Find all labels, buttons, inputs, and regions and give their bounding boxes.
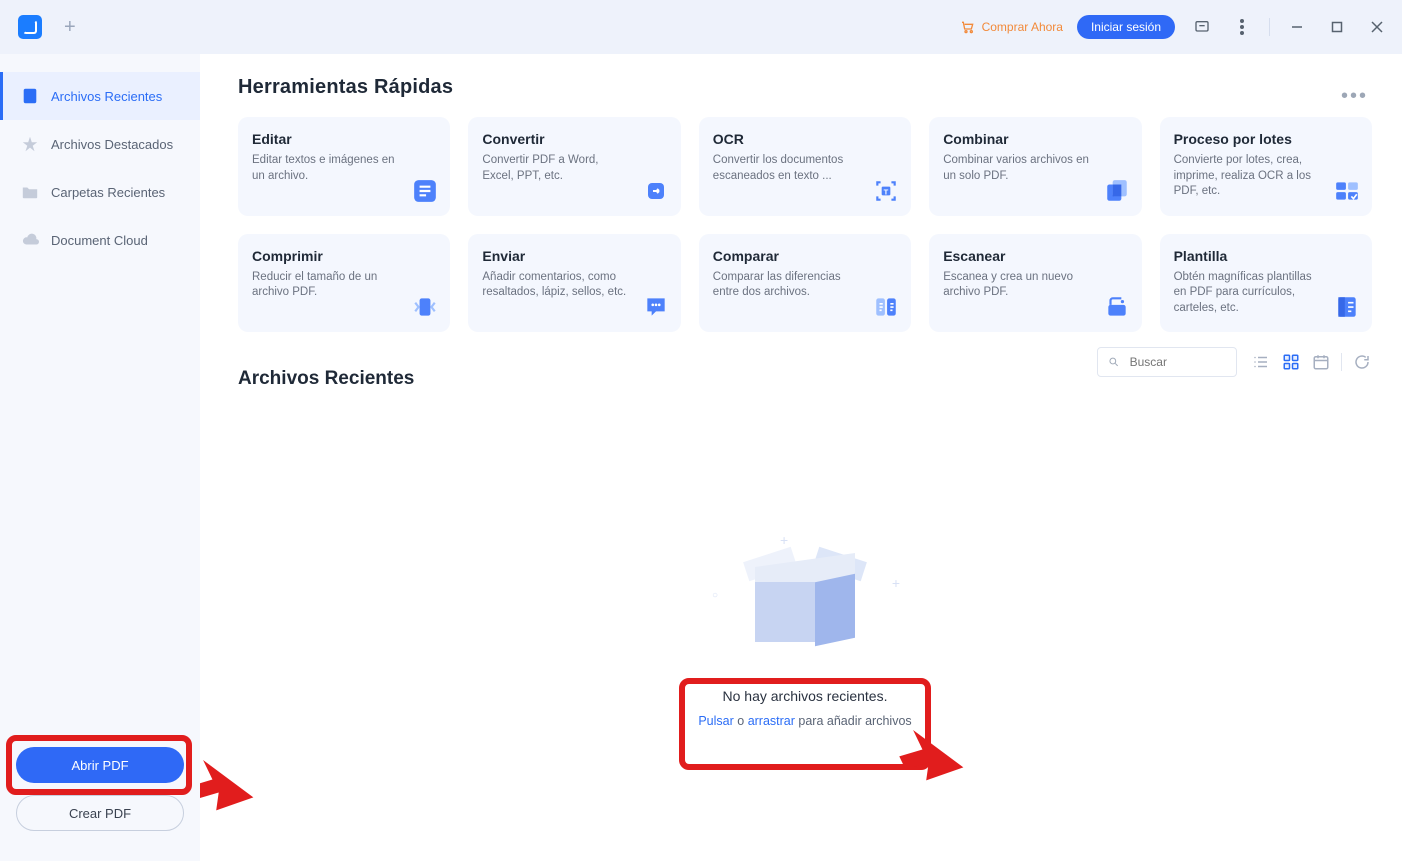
window-maximize-button[interactable] [1324, 14, 1350, 40]
message-icon[interactable] [1189, 14, 1215, 40]
tool-card-compare[interactable]: Comparar Comparar las diferencias entre … [699, 234, 911, 333]
quick-tools-grid: Editar Editar textos e imágenes en un ar… [238, 117, 1372, 332]
list-view-button[interactable] [1251, 352, 1271, 372]
sidebar-item-label: Archivos Destacados [51, 137, 173, 152]
edit-icon [412, 178, 438, 204]
empty-state: +○+ No hay archivos recientes. Pulsar o … [238, 540, 1372, 728]
tool-desc: Combinar varios archivos en un solo PDF. [943, 153, 1093, 184]
tool-card-combine[interactable]: Combinar Combinar varios archivos en un … [929, 117, 1141, 216]
sidebar-item-recent-files[interactable]: Archivos Recientes [0, 72, 200, 120]
annotation-arrow-icon [900, 724, 980, 789]
cart-icon [960, 19, 976, 35]
ocr-icon: T [873, 178, 899, 204]
search-icon [1108, 355, 1120, 369]
tool-card-scan[interactable]: Escanear Escanea y crea un nuevo archivo… [929, 234, 1141, 333]
search-input[interactable] [1128, 354, 1226, 370]
empty-subtext: Pulsar o arrastrar para añadir archivos [698, 714, 911, 728]
kebab-menu-icon[interactable] [1229, 14, 1255, 40]
tool-title: Plantilla [1174, 248, 1358, 264]
tool-desc: Obtén magníficas plantillas en PDF para … [1174, 270, 1324, 317]
tool-desc: Reducir el tamaño de un archivo PDF. [252, 270, 402, 301]
comment-icon [643, 294, 669, 320]
more-tools-button[interactable]: ••• [1337, 85, 1372, 108]
tool-desc: Añadir comentarios, como resaltados, láp… [482, 270, 632, 301]
tool-card-compress[interactable]: Comprimir Reducir el tamaño de un archiv… [238, 234, 450, 333]
compress-icon [412, 294, 438, 320]
combine-icon [1104, 178, 1130, 204]
window-close-button[interactable] [1364, 14, 1390, 40]
tool-card-ocr[interactable]: OCR Convertir los documentos escaneados … [699, 117, 911, 216]
tool-title: Comprimir [252, 248, 436, 264]
sidebar-item-label: Document Cloud [51, 233, 148, 248]
annotation-arrow-icon [200, 754, 270, 819]
refresh-button[interactable] [1352, 352, 1372, 372]
tool-card-edit[interactable]: Editar Editar textos e imágenes en un ar… [238, 117, 450, 216]
click-to-add-link[interactable]: Pulsar [698, 714, 733, 728]
quick-tools-heading: Herramientas Rápidas [238, 76, 453, 99]
tool-card-send[interactable]: Enviar Añadir comentarios, como resaltad… [468, 234, 680, 333]
folder-icon [21, 183, 39, 201]
template-icon [1334, 294, 1360, 320]
sidebar-item-starred-files[interactable]: Archivos Destacados [0, 120, 200, 168]
convert-icon [643, 178, 669, 204]
new-tab-button[interactable]: + [64, 16, 76, 39]
recent-files-icon [21, 87, 39, 105]
sidebar-item-label: Archivos Recientes [51, 89, 162, 104]
grid-view-button[interactable] [1281, 352, 1301, 372]
tool-title: Convertir [482, 131, 666, 147]
svg-text:T: T [884, 187, 889, 196]
tool-desc: Convertir los documentos escaneados en t… [713, 153, 863, 184]
login-button[interactable]: Iniciar sesión [1077, 15, 1175, 39]
batch-icon [1334, 178, 1360, 204]
window-minimize-button[interactable] [1284, 14, 1310, 40]
sidebar: Archivos Recientes Archivos Destacados C… [0, 54, 200, 861]
scan-icon [1104, 294, 1130, 320]
tool-desc: Escanea y crea un nuevo archivo PDF. [943, 270, 1093, 301]
cloud-icon [21, 231, 39, 249]
create-pdf-button[interactable]: Crear PDF [16, 795, 184, 831]
tool-title: Escanear [943, 248, 1127, 264]
open-pdf-button[interactable]: Abrir PDF [16, 747, 184, 783]
tool-card-convert[interactable]: Convertir Convertir PDF a Word, Excel, P… [468, 117, 680, 216]
tool-card-template[interactable]: Plantilla Obtén magníficas plantillas en… [1160, 234, 1372, 333]
tool-title: Comparar [713, 248, 897, 264]
compare-icon [873, 294, 899, 320]
main-content: Herramientas Rápidas ••• Editar Editar t… [200, 54, 1402, 861]
empty-box-illustration: +○+ [730, 540, 880, 650]
tool-desc: Convierte por lotes, crea, imprime, real… [1174, 153, 1324, 200]
sidebar-item-document-cloud[interactable]: Document Cloud [0, 216, 200, 264]
app-logo-icon [18, 15, 42, 39]
tool-title: Enviar [482, 248, 666, 264]
tool-desc: Editar textos e imágenes en un archivo. [252, 153, 402, 184]
tool-title: Editar [252, 131, 436, 147]
recent-files-heading: Archivos Recientes [238, 368, 414, 390]
drag-to-add-link[interactable]: arrastrar [748, 714, 795, 728]
search-box[interactable] [1097, 347, 1237, 377]
tool-title: Proceso por lotes [1174, 131, 1358, 147]
tool-desc: Comparar las diferencias entre dos archi… [713, 270, 863, 301]
tool-card-batch[interactable]: Proceso por lotes Convierte por lotes, c… [1160, 117, 1372, 216]
tool-title: Combinar [943, 131, 1127, 147]
sidebar-item-label: Carpetas Recientes [51, 185, 165, 200]
star-icon [21, 135, 39, 153]
buy-now-label: Comprar Ahora [982, 20, 1063, 34]
sidebar-item-recent-folders[interactable]: Carpetas Recientes [0, 168, 200, 216]
empty-headline: No hay archivos recientes. [723, 688, 888, 704]
calendar-view-button[interactable] [1311, 352, 1331, 372]
tool-desc: Convertir PDF a Word, Excel, PPT, etc. [482, 153, 632, 184]
titlebar: + Comprar Ahora Iniciar sesión [0, 0, 1402, 54]
buy-now-button[interactable]: Comprar Ahora [960, 19, 1063, 35]
tool-title: OCR [713, 131, 897, 147]
